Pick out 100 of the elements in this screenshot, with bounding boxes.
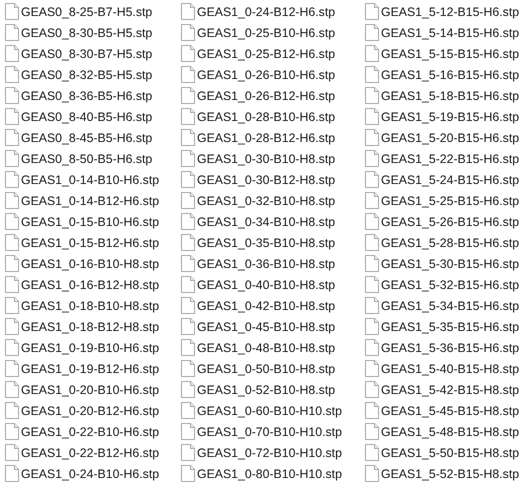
file-item[interactable]: GEAS0_8-32-B5-H5.stp: [5, 64, 152, 85]
file-item[interactable]: GEAS1_0-80-B10-H10.stp: [181, 463, 342, 484]
file-icon: [5, 276, 19, 293]
file-item[interactable]: GEAS1_0-48-B10-H8.stp: [181, 337, 336, 358]
file-icon: [181, 192, 195, 209]
file-item[interactable]: GEAS1_5-48-B15-H8.stp: [365, 421, 520, 442]
file-icon: [365, 66, 379, 83]
file-icon: [5, 444, 19, 461]
file-item[interactable]: GEAS1_0-42-B10-H8.stp: [181, 295, 336, 316]
file-item[interactable]: GEAS1_0-36-B10-H8.stp: [181, 253, 336, 274]
file-item[interactable]: GEAS1_0-18-B12-H8.stp: [5, 316, 160, 337]
file-icon: [5, 402, 19, 419]
file-item[interactable]: GEAS1_0-40-B10-H8.stp: [181, 274, 336, 295]
file-icon: [5, 87, 19, 104]
file-icon: [181, 255, 195, 272]
file-item[interactable]: GEAS1_0-14-B10-H6.stp: [5, 169, 160, 190]
file-item[interactable]: GEAS1_5-52-B15-H8.stp: [365, 463, 520, 484]
file-item[interactable]: GEAS1_0-24-B10-H6.stp: [5, 463, 160, 484]
file-icon: [365, 360, 379, 377]
file-item[interactable]: GEAS1_5-32-B15-H6.stp: [365, 274, 520, 295]
file-item[interactable]: GEAS1_0-50-B10-H8.stp: [181, 358, 336, 379]
file-item[interactable]: GEAS1_0-28-B12-H6.stp: [181, 127, 336, 148]
file-icon: [181, 360, 195, 377]
file-item[interactable]: GEAS1_5-12-B15-H6.stp: [365, 1, 520, 22]
file-icon: [181, 423, 195, 440]
file-icon: [181, 213, 195, 230]
file-item[interactable]: GEAS1_0-16-B12-H8.stp: [5, 274, 160, 295]
file-icon: [365, 381, 379, 398]
file-item[interactable]: GEAS0_8-50-B5-H6.stp: [5, 148, 152, 169]
file-item[interactable]: GEAS1_0-22-B10-H6.stp: [5, 421, 160, 442]
file-item[interactable]: GEAS1_0-25-B10-H6.stp: [181, 22, 336, 43]
file-item[interactable]: GEAS1_5-15-B15-H6.stp: [365, 43, 520, 64]
file-item[interactable]: GEAS1_0-45-B10-H8.stp: [181, 316, 336, 337]
file-icon: [5, 213, 19, 230]
file-item[interactable]: GEAS1_0-20-B10-H6.stp: [5, 379, 160, 400]
file-item[interactable]: GEAS1_0-24-B12-H6.stp: [181, 1, 336, 22]
file-item[interactable]: GEAS1_5-36-B15-H6.stp: [365, 337, 520, 358]
file-item[interactable]: GEAS1_0-18-B10-H8.stp: [5, 295, 160, 316]
file-item[interactable]: GEAS1_5-19-B15-H6.stp: [365, 106, 520, 127]
file-icon: [181, 444, 195, 461]
file-item[interactable]: GEAS1_5-35-B15-H6.stp: [365, 316, 520, 337]
file-icon: [5, 297, 19, 314]
file-item[interactable]: GEAS1_0-60-B10-H10.stp: [181, 400, 342, 421]
file-item[interactable]: GEAS1_5-18-B15-H6.stp: [365, 85, 520, 106]
file-icon: [5, 45, 19, 62]
file-item[interactable]: GEAS1_5-22-B15-H6.stp: [365, 148, 520, 169]
file-item[interactable]: GEAS1_5-14-B15-H6.stp: [365, 22, 520, 43]
file-icon: [181, 150, 195, 167]
file-item[interactable]: GEAS1_0-35-B10-H8.stp: [181, 232, 336, 253]
file-item[interactable]: GEAS1_5-16-B15-H6.stp: [365, 64, 520, 85]
file-icon: [365, 402, 379, 419]
file-icon: [5, 171, 19, 188]
file-item[interactable]: GEAS1_0-28-B10-H6.stp: [181, 106, 336, 127]
file-item[interactable]: GEAS1_0-15-B12-H6.stp: [5, 232, 160, 253]
file-item[interactable]: GEAS1_0-32-B10-H8.stp: [181, 190, 336, 211]
file-item[interactable]: GEAS1_5-25-B15-H6.stp: [365, 190, 520, 211]
file-item[interactable]: GEAS1_5-40-B15-H8.stp: [365, 358, 520, 379]
file-item[interactable]: GEAS1_5-28-B15-H6.stp: [365, 232, 520, 253]
file-item[interactable]: GEAS0_8-40-B5-H6.stp: [5, 106, 152, 127]
file-item[interactable]: GEAS1_0-52-B10-H8.stp: [181, 379, 336, 400]
file-icon: [181, 87, 195, 104]
file-icon: [181, 297, 195, 314]
file-icon: [365, 255, 379, 272]
file-item[interactable]: GEAS1_5-42-B15-H8.stp: [365, 379, 520, 400]
file-item[interactable]: GEAS1_0-30-B10-H8.stp: [181, 148, 336, 169]
file-item[interactable]: GEAS1_0-25-B12-H6.stp: [181, 43, 336, 64]
file-icon: [5, 381, 19, 398]
file-icon: [365, 129, 379, 146]
file-icon: [181, 339, 195, 356]
file-item[interactable]: GEAS1_5-30-B15-H6.stp: [365, 253, 520, 274]
file-item[interactable]: GEAS1_0-15-B10-H6.stp: [5, 211, 160, 232]
file-item[interactable]: GEAS1_0-34-B10-H8.stp: [181, 211, 336, 232]
file-item[interactable]: GEAS1_0-16-B10-H8.stp: [5, 253, 160, 274]
file-icon: [365, 108, 379, 125]
file-item[interactable]: GEAS1_5-34-B15-H6.stp: [365, 295, 520, 316]
file-item[interactable]: GEAS1_5-20-B15-H6.stp: [365, 127, 520, 148]
file-item[interactable]: GEAS1_0-20-B12-H6.stp: [5, 400, 160, 421]
file-item[interactable]: GEAS1_0-14-B12-H6.stp: [5, 190, 160, 211]
file-icon: [365, 297, 379, 314]
file-icon: [365, 213, 379, 230]
file-item[interactable]: GEAS1_5-26-B15-H6.stp: [365, 211, 520, 232]
file-item[interactable]: GEAS1_0-26-B10-H6.stp: [181, 64, 336, 85]
file-item[interactable]: GEAS0_8-45-B5-H6.stp: [5, 127, 152, 148]
file-item[interactable]: GEAS1_0-72-B10-H10.stp: [181, 442, 342, 463]
file-icon: [365, 276, 379, 293]
file-item[interactable]: GEAS0_8-30-B5-H5.stp: [5, 22, 152, 43]
file-item[interactable]: GEAS0_8-36-B5-H6.stp: [5, 85, 152, 106]
file-item[interactable]: GEAS1_0-70-B10-H10.stp: [181, 421, 342, 442]
file-item[interactable]: GEAS1_5-45-B15-H8.stp: [365, 400, 520, 421]
file-item[interactable]: GEAS0_8-25-B7-H5.stp: [5, 1, 152, 22]
file-icon: [181, 66, 195, 83]
file-item[interactable]: GEAS1_0-26-B12-H6.stp: [181, 85, 336, 106]
file-item[interactable]: GEAS1_0-19-B10-H6.stp: [5, 337, 160, 358]
file-item[interactable]: GEAS0_8-30-B7-H5.stp: [5, 43, 152, 64]
file-item[interactable]: GEAS1_5-24-B15-H6.stp: [365, 169, 520, 190]
file-icon: [5, 423, 19, 440]
file-item[interactable]: GEAS1_0-19-B12-H6.stp: [5, 358, 160, 379]
file-item[interactable]: GEAS1_5-50-B15-H8.stp: [365, 442, 520, 463]
file-item[interactable]: GEAS1_0-22-B12-H6.stp: [5, 442, 160, 463]
file-item[interactable]: GEAS1_0-30-B12-H8.stp: [181, 169, 336, 190]
